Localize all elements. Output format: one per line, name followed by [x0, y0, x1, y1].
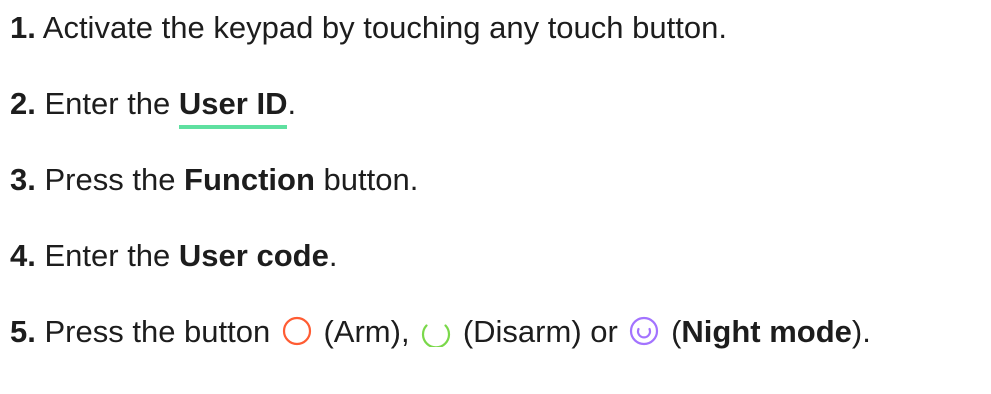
step-text: . [287, 86, 297, 121]
step-2: 2. Enter the User ID. [10, 82, 871, 129]
step-5: 5. Press the button (Arm), (Disarm) or (… [10, 310, 871, 354]
step-number: 5. [10, 314, 36, 349]
arm-label: (Arm), [323, 314, 410, 349]
step-number: 4. [10, 238, 36, 273]
step-number: 3. [10, 162, 36, 197]
night-close-paren: ). [851, 314, 871, 349]
instruction-steps: 1. Activate the keypad by touching any t… [10, 6, 871, 354]
step-text: button. [314, 162, 419, 197]
step-text: . [328, 238, 338, 273]
function-label: Function [184, 162, 315, 197]
night-mode-label: Night mode [681, 314, 852, 349]
disarm-label: (Disarm) or [462, 314, 618, 349]
step-text: Enter the [44, 238, 179, 273]
step-number: 2. [10, 86, 36, 121]
arm-circle-icon [281, 315, 313, 347]
night-mode-icon [628, 315, 660, 347]
step-1: 1. Activate the keypad by touching any t… [10, 6, 871, 50]
step-text: Enter the [44, 86, 179, 121]
night-open-paren: ( [671, 314, 682, 349]
step-4: 4. Enter the User code. [10, 234, 871, 278]
disarm-arc-icon [420, 315, 452, 347]
step-text: Press the [44, 162, 185, 197]
user-code-label: User code [178, 238, 329, 273]
user-id-link[interactable]: User ID [178, 86, 288, 129]
step-text: Press the button [44, 314, 279, 349]
step-text: Activate the keypad by touching any touc… [42, 10, 727, 45]
step-3: 3. Press the Function button. [10, 158, 871, 202]
step-number: 1. [10, 10, 36, 45]
